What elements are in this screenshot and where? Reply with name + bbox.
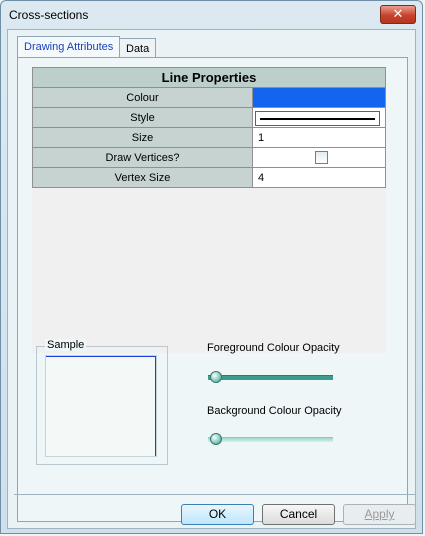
property-name: Draw Vertices? [32, 147, 253, 168]
property-name: Colour [32, 87, 253, 108]
slider-track [208, 437, 333, 442]
background-opacity-slider[interactable] [208, 432, 333, 446]
slider-thumb[interactable] [210, 371, 222, 383]
draw-vertices-checkbox[interactable] [315, 151, 328, 164]
vertex-size-field[interactable]: 4 [252, 167, 386, 188]
background-opacity-label: Background Colour Opacity [207, 405, 342, 417]
property-grid: Line Properties Colour Style Size 1 Draw… [32, 67, 386, 353]
style-picker[interactable] [252, 107, 386, 128]
property-name: Size [32, 127, 253, 148]
divider [14, 494, 416, 495]
slider-thumb[interactable] [210, 433, 222, 445]
table-row: Size 1 [32, 127, 386, 148]
foreground-opacity-label: Foreground Colour Opacity [207, 342, 340, 354]
tab-label: Drawing Attributes [24, 41, 114, 53]
table-header-row: Line Properties [32, 67, 386, 88]
table-row: Style [32, 107, 386, 128]
sample-group: Sample [36, 339, 168, 465]
close-button[interactable]: ✕ [380, 5, 416, 24]
cancel-button[interactable]: Cancel [262, 504, 335, 525]
sample-preview [45, 355, 157, 457]
size-field[interactable]: 1 [252, 127, 386, 148]
ok-button[interactable]: OK [181, 504, 254, 525]
close-icon: ✕ [392, 7, 404, 22]
colour-swatch[interactable] [252, 87, 386, 108]
table-header: Line Properties [32, 67, 386, 88]
window-title: Cross-sections [9, 8, 89, 22]
sample-line [155, 356, 156, 456]
dialog-window: Cross-sections ✕ Drawing Attributes Data… [0, 0, 423, 534]
tab-label: Data [126, 43, 150, 55]
property-name: Style [32, 107, 253, 128]
draw-vertices-cell [252, 147, 386, 168]
line-style-preview[interactable] [255, 111, 380, 126]
sample-label: Sample [45, 339, 87, 351]
table-row: Colour [32, 87, 386, 108]
property-name: Vertex Size [32, 167, 253, 188]
tab-panel-drawing-attributes: Line Properties Colour Style Size 1 Draw… [17, 57, 408, 522]
dialog-client: Drawing Attributes Data Line Properties … [7, 29, 416, 529]
apply-button[interactable]: Apply [343, 504, 416, 525]
table-row: Draw Vertices? [32, 147, 386, 168]
tab-drawing-attributes[interactable]: Drawing Attributes [17, 36, 121, 58]
slider-track [208, 375, 333, 380]
tab-data[interactable]: Data [119, 38, 157, 58]
title-bar[interactable]: Cross-sections ✕ [1, 1, 422, 29]
line-properties-table: Line Properties Colour Style Size 1 Draw… [32, 67, 386, 188]
table-row: Vertex Size 4 [32, 167, 386, 188]
sample-line [46, 356, 155, 357]
foreground-opacity-slider[interactable] [208, 370, 333, 384]
